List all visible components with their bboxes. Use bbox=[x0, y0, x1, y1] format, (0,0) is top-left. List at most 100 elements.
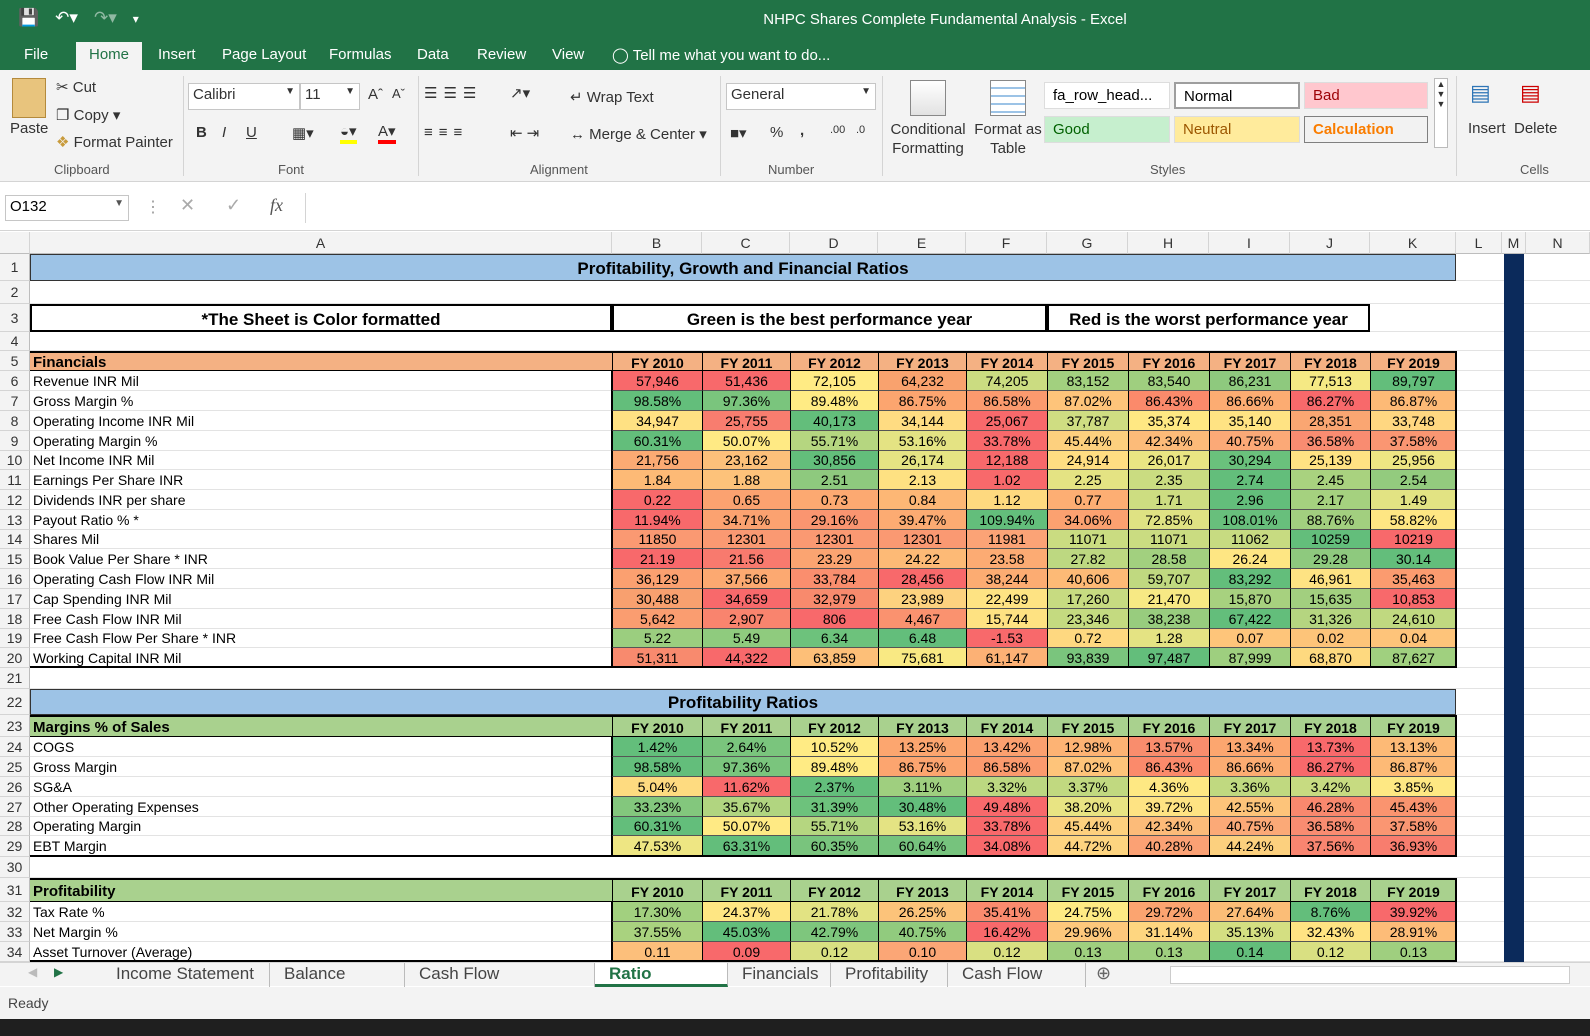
vertical-align-icons[interactable]: ☰☰☰ bbox=[424, 84, 482, 102]
column-header-j[interactable]: J bbox=[1290, 232, 1370, 254]
tab-file[interactable]: File bbox=[24, 46, 48, 63]
italic-button[interactable]: I bbox=[222, 124, 226, 141]
underline-button[interactable]: U bbox=[246, 124, 257, 141]
increase-decimal-icon[interactable]: .00 bbox=[830, 124, 845, 136]
row-header[interactable]: 9 bbox=[0, 431, 30, 451]
row-header[interactable]: 27 bbox=[0, 797, 30, 817]
tab-review[interactable]: Review bbox=[477, 46, 526, 63]
row-header[interactable]: 3 bbox=[0, 304, 30, 332]
row-header[interactable]: 24 bbox=[0, 737, 30, 757]
row-header[interactable]: 23 bbox=[0, 715, 30, 737]
wrap-text-button[interactable]: ↵ Wrap Text bbox=[570, 88, 654, 106]
column-header-f[interactable]: F bbox=[966, 232, 1047, 254]
styles-scroll[interactable]: ▲ ▼ ▼ bbox=[1434, 78, 1448, 148]
column-header-d[interactable]: D bbox=[790, 232, 878, 254]
formula-input[interactable] bbox=[305, 193, 1590, 223]
row-header[interactable]: 29 bbox=[0, 836, 30, 857]
sheet-tab[interactable]: Ratio Analysis bbox=[595, 963, 728, 1005]
sheet-tab[interactable]: Income Statement bbox=[102, 963, 270, 987]
cell-style-3[interactable]: Good bbox=[1044, 116, 1170, 143]
cell-style-0[interactable]: fa_row_head... bbox=[1044, 82, 1170, 109]
cancel-icon[interactable]: ✕ bbox=[180, 195, 195, 216]
corner-select-all[interactable] bbox=[0, 232, 30, 254]
row-header[interactable]: 34 bbox=[0, 942, 30, 962]
row-header[interactable]: 5 bbox=[0, 351, 30, 371]
column-header-c[interactable]: C bbox=[702, 232, 790, 254]
decrease-decimal-icon[interactable]: .0 bbox=[856, 124, 865, 136]
font-name-select[interactable]: Calibri ▼ bbox=[188, 83, 300, 110]
tell-me-box[interactable]: ◯ Tell me what you want to do... bbox=[612, 46, 830, 64]
row-header[interactable]: 15 bbox=[0, 549, 30, 569]
delete-cells-icon[interactable]: ▤ bbox=[1520, 80, 1541, 106]
row-header[interactable]: 12 bbox=[0, 490, 30, 510]
sheet-tab[interactable]: Cash Flow Rat ... bbox=[948, 963, 1086, 1005]
row-header[interactable]: 10 bbox=[0, 451, 30, 470]
cell-style-1[interactable]: Normal bbox=[1174, 82, 1300, 109]
column-header-l[interactable]: L bbox=[1456, 232, 1502, 254]
insert-cells-icon[interactable]: ▤ bbox=[1470, 80, 1491, 106]
conditional-formatting-icon[interactable] bbox=[910, 80, 946, 116]
paste-icon[interactable] bbox=[12, 78, 46, 118]
cell-style-4[interactable]: Neutral bbox=[1174, 116, 1300, 143]
tab-page-layout[interactable]: Page Layout bbox=[222, 46, 306, 63]
cut-button[interactable]: ✂ Cut bbox=[56, 78, 96, 96]
row-header[interactable]: 8 bbox=[0, 411, 30, 431]
enter-icon[interactable]: ✓ bbox=[226, 195, 241, 216]
row-header[interactable]: 26 bbox=[0, 777, 30, 797]
sheet-tab[interactable]: Cash Flow Statement bbox=[405, 963, 595, 1005]
percent-button[interactable]: % bbox=[770, 124, 783, 141]
column-header-b[interactable]: B bbox=[612, 232, 702, 254]
delete-button[interactable]: Delete bbox=[1514, 120, 1557, 137]
tab-formulas[interactable]: Formulas bbox=[329, 46, 392, 63]
column-header-n[interactable]: N bbox=[1526, 232, 1590, 254]
cell-style-5[interactable]: Calculation bbox=[1304, 116, 1428, 143]
column-header-m[interactable]: M bbox=[1502, 232, 1526, 254]
row-header[interactable]: 31 bbox=[0, 878, 30, 902]
tab-view[interactable]: View bbox=[552, 46, 584, 63]
tab-data[interactable]: Data bbox=[417, 46, 449, 63]
row-header[interactable]: 1 bbox=[0, 254, 30, 281]
row-header[interactable]: 21 bbox=[0, 668, 30, 689]
row-header[interactable]: 30 bbox=[0, 857, 30, 878]
row-header[interactable]: 33 bbox=[0, 922, 30, 942]
borders-icon[interactable]: ▦▾ bbox=[292, 124, 314, 142]
row-header[interactable]: 11 bbox=[0, 470, 30, 490]
font-size-select[interactable]: 11 ▼ bbox=[300, 83, 360, 110]
row-header[interactable]: 4 bbox=[0, 332, 30, 351]
copy-button[interactable]: ❐ Copy ▾ bbox=[56, 106, 120, 124]
sheet-tab[interactable]: Balance Sheet bbox=[270, 963, 405, 1005]
number-format-select[interactable]: General ▼ bbox=[726, 83, 876, 110]
name-box[interactable]: O132 ▼ bbox=[5, 195, 129, 221]
merge-center-button[interactable]: ↔ Merge & Center ▾ bbox=[570, 125, 707, 143]
row-header[interactable]: 6 bbox=[0, 371, 30, 391]
horizontal-align-icons[interactable]: ≡≡≡ bbox=[424, 124, 468, 141]
tab-home[interactable]: Home bbox=[76, 42, 143, 70]
sheet-tab[interactable]: Profitability bbox=[831, 963, 948, 987]
scroll-right-icon[interactable]: ▶ bbox=[54, 965, 63, 979]
row-header[interactable]: 19 bbox=[0, 629, 30, 648]
sheet-tab[interactable]: Financials bbox=[728, 963, 831, 987]
indent-icons[interactable]: ⇤⇥ bbox=[510, 124, 543, 142]
row-header[interactable]: 14 bbox=[0, 530, 30, 549]
fill-color-icon[interactable]: ◒▾ bbox=[340, 122, 357, 144]
insert-function-icon[interactable]: fx bbox=[270, 195, 283, 216]
cell-style-2[interactable]: Bad bbox=[1304, 82, 1428, 109]
row-header[interactable]: 16 bbox=[0, 569, 30, 589]
add-sheet-icon[interactable]: ⊕ bbox=[1096, 963, 1111, 984]
row-header[interactable]: 25 bbox=[0, 757, 30, 777]
shrink-font-icon[interactable]: Aˇ bbox=[392, 86, 405, 101]
column-header-i[interactable]: I bbox=[1209, 232, 1290, 254]
row-header[interactable]: 20 bbox=[0, 648, 30, 668]
row-header[interactable]: 17 bbox=[0, 589, 30, 609]
format-as-table-button[interactable]: Format as Table bbox=[972, 120, 1044, 158]
paste-button[interactable]: Paste bbox=[10, 120, 48, 137]
font-color-icon[interactable]: A▾ bbox=[378, 122, 396, 144]
format-as-table-icon[interactable] bbox=[990, 80, 1026, 116]
row-header[interactable]: 18 bbox=[0, 609, 30, 629]
column-header-e[interactable]: E bbox=[878, 232, 966, 254]
currency-icon[interactable]: ■▾ bbox=[730, 124, 747, 142]
row-header[interactable]: 28 bbox=[0, 817, 30, 836]
orientation-icon[interactable]: ↗▾ bbox=[510, 84, 530, 102]
tab-insert[interactable]: Insert bbox=[158, 46, 196, 63]
conditional-formatting-button[interactable]: Conditional Formatting bbox=[888, 120, 968, 158]
